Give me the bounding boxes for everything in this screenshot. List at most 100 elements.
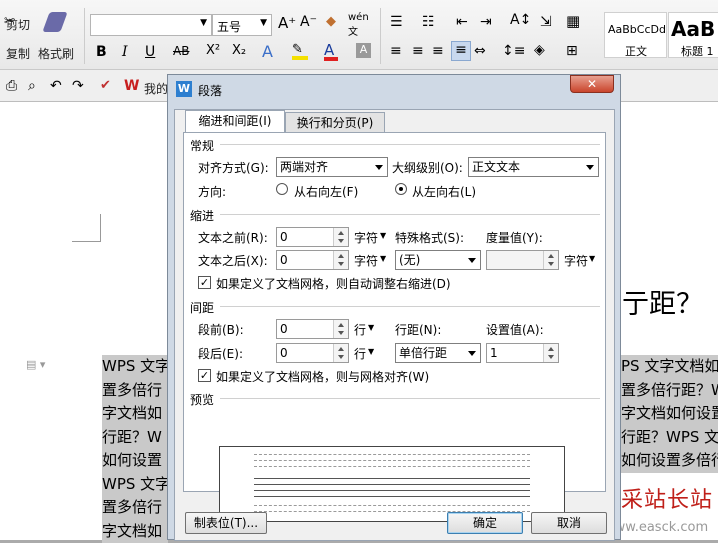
- clear-format-icon[interactable]: ◆: [326, 14, 336, 29]
- chevron-down-icon[interactable]: ▼: [589, 254, 595, 263]
- undo-icon[interactable]: ↶: [50, 78, 62, 94]
- redo-icon[interactable]: ↷: [72, 78, 84, 94]
- cancel-button[interactable]: 取消: [531, 512, 607, 534]
- snap-grid-checkbox[interactable]: ✓: [198, 369, 211, 382]
- align-center-icon[interactable]: ≡: [412, 43, 424, 59]
- auto-adjust-checkbox[interactable]: ✓: [198, 276, 211, 289]
- indent-before-value: 0: [280, 230, 288, 244]
- increase-indent-icon[interactable]: ⇥: [480, 14, 492, 30]
- margin-corner-mark: [100, 214, 101, 242]
- align-right-icon[interactable]: ≡: [432, 43, 444, 59]
- alignment-select[interactable]: 两端对齐: [276, 157, 388, 177]
- outline-level-value: 正文文本: [472, 160, 520, 174]
- text-effect-icon[interactable]: A: [262, 42, 273, 61]
- char-shading-icon[interactable]: A: [356, 43, 371, 58]
- tab-line-page-breaks[interactable]: 换行和分页(P): [285, 112, 385, 134]
- indent-by-unit[interactable]: 字符: [564, 252, 588, 269]
- chevron-down-icon[interactable]: ▼: [368, 323, 374, 332]
- bullets-icon[interactable]: ☰: [390, 14, 403, 30]
- indent-before-unit[interactable]: 字符: [354, 229, 378, 246]
- font-color-icon[interactable]: A: [324, 41, 338, 61]
- doc-line: 行距？WPS 文: [621, 426, 718, 450]
- indent-by-input[interactable]: [486, 250, 559, 270]
- space-before-input[interactable]: 0: [276, 319, 349, 339]
- style-normal-sample: AaBbCcDd: [608, 23, 666, 36]
- spin-buttons[interactable]: [333, 320, 348, 338]
- chevron-down-icon[interactable]: ▼: [380, 254, 386, 263]
- space-before-unit[interactable]: 行: [354, 321, 366, 338]
- shrink-font-icon[interactable]: A⁻: [300, 14, 317, 30]
- align-left-icon[interactable]: ≡: [390, 43, 402, 59]
- italic-button[interactable]: I: [122, 44, 128, 60]
- ltr-label[interactable]: 从左向右(L): [412, 183, 476, 200]
- pinyin-icon[interactable]: wén文: [348, 12, 369, 38]
- rtl-radio[interactable]: [276, 183, 288, 195]
- chevron-down-icon[interactable]: ▼: [380, 231, 386, 240]
- wps-label[interactable]: 我的: [144, 80, 168, 97]
- spin-buttons[interactable]: [333, 228, 348, 246]
- cut-button[interactable]: 剪切: [6, 16, 30, 33]
- print-preview-icon[interactable]: ⌕: [28, 78, 36, 94]
- space-after-unit[interactable]: 行: [354, 345, 366, 362]
- rtl-label[interactable]: 从右向左(F): [294, 183, 358, 200]
- line-spacing-select[interactable]: 单倍行距: [395, 343, 481, 363]
- outline-level-select[interactable]: 正文文本: [468, 157, 599, 177]
- grow-font-icon[interactable]: A⁺: [278, 14, 296, 32]
- distributed-icon[interactable]: ⇔: [474, 43, 486, 59]
- borders-icon[interactable]: ⊞: [566, 43, 578, 59]
- decrease-indent-icon[interactable]: ⇤: [456, 14, 468, 30]
- margin-corner-mark: [72, 241, 101, 242]
- style-normal[interactable]: AaBbCcDd 正文: [604, 12, 667, 58]
- sort-icon[interactable]: A↕: [510, 12, 531, 28]
- table-icon[interactable]: ▦: [566, 12, 580, 30]
- indent-after-unit[interactable]: 字符: [354, 252, 378, 269]
- doc-line: WPS 文字: [102, 355, 168, 379]
- bold-button[interactable]: B: [96, 44, 107, 60]
- ok-button[interactable]: 确定: [447, 512, 523, 534]
- space-after-input[interactable]: 0: [276, 343, 349, 363]
- tab-stops-button[interactable]: 制表位(T)...: [185, 512, 267, 534]
- indent-before-input[interactable]: 0: [276, 227, 349, 247]
- dialog-close-button[interactable]: ✕: [570, 75, 614, 93]
- space-before-label: 段前(B):: [198, 321, 244, 338]
- spin-buttons[interactable]: [333, 344, 348, 362]
- format-painter-button[interactable]: 格式刷: [38, 45, 74, 62]
- chevron-down-icon[interactable]: ▼: [368, 347, 374, 356]
- font-name-select[interactable]: ▼: [90, 14, 212, 36]
- doc-heading-fragment: 亍距？: [622, 282, 703, 321]
- doc-line: PS 文字文档如: [621, 355, 718, 379]
- show-marks-icon[interactable]: ⇲: [540, 14, 552, 30]
- snap-grid-label[interactable]: 如果定义了文档网格，则与网格对齐(W): [216, 368, 429, 385]
- doc-line: 字文档如: [102, 520, 168, 543]
- at-input[interactable]: 1: [486, 343, 559, 363]
- spin-buttons[interactable]: [543, 344, 558, 362]
- font-size-select[interactable]: 五号▼: [212, 14, 272, 36]
- auto-adjust-label[interactable]: 如果定义了文档网格，则自动调整右缩进(D): [216, 275, 451, 292]
- indent-after-input[interactable]: 0: [276, 250, 349, 270]
- numbering-icon[interactable]: ☷: [422, 14, 435, 30]
- ltr-radio[interactable]: [395, 183, 407, 195]
- print-icon[interactable]: ⎙: [6, 78, 17, 94]
- align-justify-icon[interactable]: ≡: [451, 41, 471, 61]
- spin-buttons[interactable]: [333, 251, 348, 269]
- shading-icon[interactable]: ◈: [534, 42, 545, 58]
- strikethrough-button[interactable]: AB: [173, 44, 189, 58]
- style-heading1[interactable]: AaB 标题 1: [668, 12, 718, 58]
- spin-buttons[interactable]: [543, 251, 558, 269]
- line-spacing-icon[interactable]: ↕≡: [502, 43, 525, 59]
- underline-button[interactable]: U: [145, 44, 155, 60]
- tab-indents-spacing[interactable]: 缩进和间距(I): [185, 110, 285, 133]
- chevron-down-icon: [375, 165, 383, 170]
- paragraph-handle-icon[interactable]: ▤ ▾: [26, 358, 45, 371]
- style-heading1-sample: AaB: [671, 17, 715, 41]
- superscript-button[interactable]: X²: [206, 43, 220, 58]
- brush-icon[interactable]: [42, 12, 67, 32]
- close-icon: ✕: [587, 77, 597, 91]
- line-spacing-label: 行距(N):: [395, 321, 441, 338]
- highlight-icon[interactable]: ✎: [292, 42, 308, 60]
- pin-icon[interactable]: ✔: [100, 78, 111, 93]
- subscript-button[interactable]: X₂: [232, 43, 246, 58]
- at-value: 1: [490, 346, 498, 360]
- special-indent-select[interactable]: (无): [395, 250, 481, 270]
- copy-button[interactable]: 复制: [6, 45, 30, 62]
